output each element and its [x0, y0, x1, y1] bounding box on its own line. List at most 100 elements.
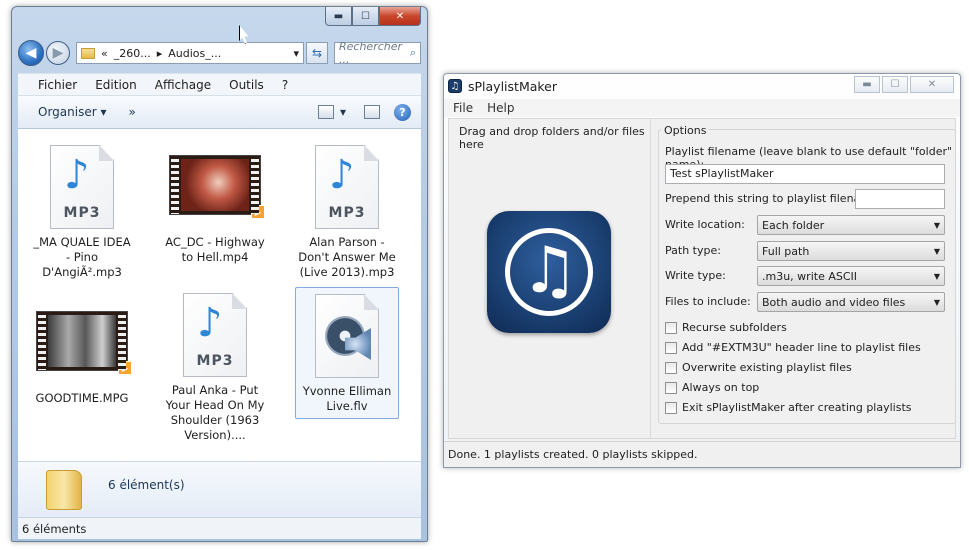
menu-edition[interactable]: Edition: [95, 78, 137, 92]
minimize-button[interactable]: ▬: [325, 7, 352, 26]
view-dropdown-icon[interactable]: ▾: [340, 105, 346, 119]
file-name: GOODTIME.MPG: [35, 391, 129, 405]
mp3-file-icon: ♪ MP3: [315, 145, 379, 229]
maximize-button[interactable]: ☐: [352, 7, 379, 26]
file-name: AC_DC - Highway to Hell.mp4: [165, 235, 265, 264]
back-button[interactable]: ◀: [18, 40, 44, 66]
file-item[interactable]: ▶ GOODTIME.MPG: [30, 301, 134, 406]
view-options-icon[interactable]: [317, 105, 334, 119]
explorer-command-bar: Organiser ▾ » ▾ ?: [18, 95, 421, 129]
file-list: ♪ MP3 _MA QUALE IDEA - Pino D'AngiÃ².mp3…: [18, 129, 421, 461]
item-count: 6 élément(s): [108, 477, 185, 492]
maximize-button[interactable]: ☐: [882, 76, 908, 93]
status-text: Done. 1 playlists created. 0 playlists s…: [448, 448, 698, 461]
search-icon[interactable]: ⌕: [410, 46, 416, 60]
file-item-selected[interactable]: Yvonne Elliman Live.flv: [295, 287, 399, 419]
play-badge-icon: ▶: [118, 361, 132, 375]
preview-pane-icon[interactable]: [364, 105, 380, 119]
address-bar[interactable]: « _260... ▸ Audios_... ▾: [76, 42, 304, 64]
organize-button[interactable]: Organiser ▾: [38, 105, 106, 119]
menu-file[interactable]: File: [453, 101, 473, 115]
dropdown-arrow-icon: ▼: [933, 220, 940, 230]
file-name: Yvonne Elliman Live.flv: [302, 384, 392, 413]
file-item[interactable]: ♪ MP3 Alan Parson - Don't Answer Me (Liv…: [295, 145, 399, 280]
explorer-status-bar: 6 éléments: [18, 517, 421, 539]
spm-menubar: File Help: [444, 99, 960, 117]
music-note-icon: ♫: [521, 234, 579, 308]
status-text: 6 éléments: [22, 521, 87, 536]
path-type-label: Path type:: [665, 244, 721, 257]
explorer-window: ▬ ☐ ✕ ◀ ▶ « _260... ▸ Audios_... ▾ ⇆ Rec…: [11, 6, 428, 542]
music-note-icon: ♪: [329, 152, 355, 198]
close-button[interactable]: ✕: [910, 76, 954, 93]
close-button[interactable]: ✕: [379, 7, 421, 26]
folder-icon: [81, 47, 95, 59]
help-icon[interactable]: ?: [394, 103, 411, 121]
write-type-label: Write type:: [665, 269, 726, 282]
dropdown-arrow-icon: ▼: [933, 297, 940, 307]
files-include-select[interactable]: Both audio and video files ▼: [757, 292, 945, 312]
breadcrumb-segment-1[interactable]: _260...: [114, 47, 151, 60]
file-item[interactable]: ♪ MP3 _MA QUALE IDEA - Pino D'AngiÃ².mp3: [30, 145, 134, 280]
recurse-subfolders-checkbox[interactable]: Recurse subfolders: [665, 321, 787, 334]
spm-caption-buttons: ▬ ☐ ✕: [854, 76, 954, 93]
flv-file-icon: [315, 294, 379, 378]
music-app-icon: ♫: [487, 211, 611, 333]
drop-zone[interactable]: Drag and drop folders and/or files here …: [449, 119, 651, 438]
explorer-caption-buttons: ▬ ☐ ✕: [325, 7, 421, 26]
write-location-select[interactable]: Each folder ▼: [757, 215, 945, 235]
always-on-top-checkbox[interactable]: Always on top: [665, 381, 759, 394]
refresh-button[interactable]: ⇆: [306, 42, 328, 64]
menu-help[interactable]: Help: [487, 101, 514, 115]
search-input[interactable]: Rechercher ... ⌕: [334, 40, 421, 66]
mp3-file-icon: ♪ MP3: [183, 293, 247, 377]
video-thumbnail-icon: ▶: [36, 311, 132, 375]
spm-status-bar: Done. 1 playlists created. 0 playlists s…: [444, 441, 960, 467]
breadcrumb-separator-icon[interactable]: ▸: [157, 47, 163, 60]
music-note-icon: ♪: [197, 300, 223, 346]
dropdown-arrow-icon: ▼: [933, 271, 940, 281]
search-placeholder: Rechercher ...: [339, 40, 403, 66]
spm-main-panel: Drag and drop folders and/or files here …: [448, 118, 956, 439]
explorer-menubar: Fichier Edition Affichage Outils ?: [18, 73, 421, 95]
files-include-label: Files to include:: [665, 295, 751, 308]
extm3u-header-checkbox[interactable]: Add "#EXTM3U" header line to playlist fi…: [665, 341, 921, 354]
window-title: sPlaylistMaker: [468, 78, 558, 94]
minimize-button[interactable]: ▬: [854, 76, 880, 93]
explorer-navigation-bar: ◀ ▶ « _260... ▸ Audios_... ▾ ⇆ Recherche…: [18, 37, 421, 69]
video-thumbnail-icon: ▶: [169, 155, 265, 219]
menu-affichage[interactable]: Affichage: [155, 78, 211, 92]
menu-help[interactable]: ?: [282, 78, 288, 92]
file-item[interactable]: ▶ AC_DC - Highway to Hell.mp4: [163, 145, 267, 265]
breadcrumb-segment-2[interactable]: Audios_...: [168, 47, 221, 60]
splaylistmaker-window: ♫ sPlaylistMaker ▬ ☐ ✕ File Help Drag an…: [443, 73, 961, 468]
folder-icon: [46, 469, 82, 510]
overwrite-checkbox[interactable]: Overwrite existing playlist files: [665, 361, 852, 374]
write-location-label: Write location:: [665, 218, 745, 231]
music-note-icon: ♪: [64, 152, 90, 198]
prepend-input[interactable]: [855, 189, 945, 209]
details-pane: 6 élément(s): [18, 461, 421, 517]
file-name: _MA QUALE IDEA - Pino D'AngiÃ².mp3: [33, 235, 131, 279]
file-name: Alan Parson - Don't Answer Me (Live 2013…: [298, 235, 396, 279]
exit-after-checkbox[interactable]: Exit sPlaylistMaker after creating playl…: [665, 401, 912, 414]
play-badge-icon: ▶: [251, 205, 265, 219]
mp3-file-icon: ♪ MP3: [50, 145, 114, 229]
more-commands-button[interactable]: »: [128, 105, 135, 119]
menu-outils[interactable]: Outils: [229, 78, 264, 92]
prepend-label: Prepend this string to playlist filename…: [665, 192, 888, 205]
playlist-filename-input[interactable]: Test sPlaylistMaker: [665, 164, 945, 184]
address-dropdown-icon[interactable]: ▾: [293, 47, 299, 60]
file-item[interactable]: ♪ MP3 Paul Anka - Put Your Head On My Sh…: [163, 293, 267, 443]
forward-button[interactable]: ▶: [46, 41, 70, 65]
write-type-select[interactable]: .m3u, write ASCII ▼: [757, 266, 945, 286]
menu-fichier[interactable]: Fichier: [38, 78, 77, 92]
file-name: Paul Anka - Put Your Head On My Shoulder…: [165, 383, 265, 442]
app-icon: ♫: [448, 79, 462, 93]
drop-zone-label: Drag and drop folders and/or files here: [459, 125, 645, 151]
spm-title-bar: ♫ sPlaylistMaker ▬ ☐ ✕: [444, 74, 960, 98]
options-legend: Options: [661, 124, 710, 137]
address-overflow[interactable]: «: [101, 47, 108, 60]
dropdown-arrow-icon: ▼: [933, 246, 940, 256]
path-type-select[interactable]: Full path ▼: [757, 241, 945, 261]
